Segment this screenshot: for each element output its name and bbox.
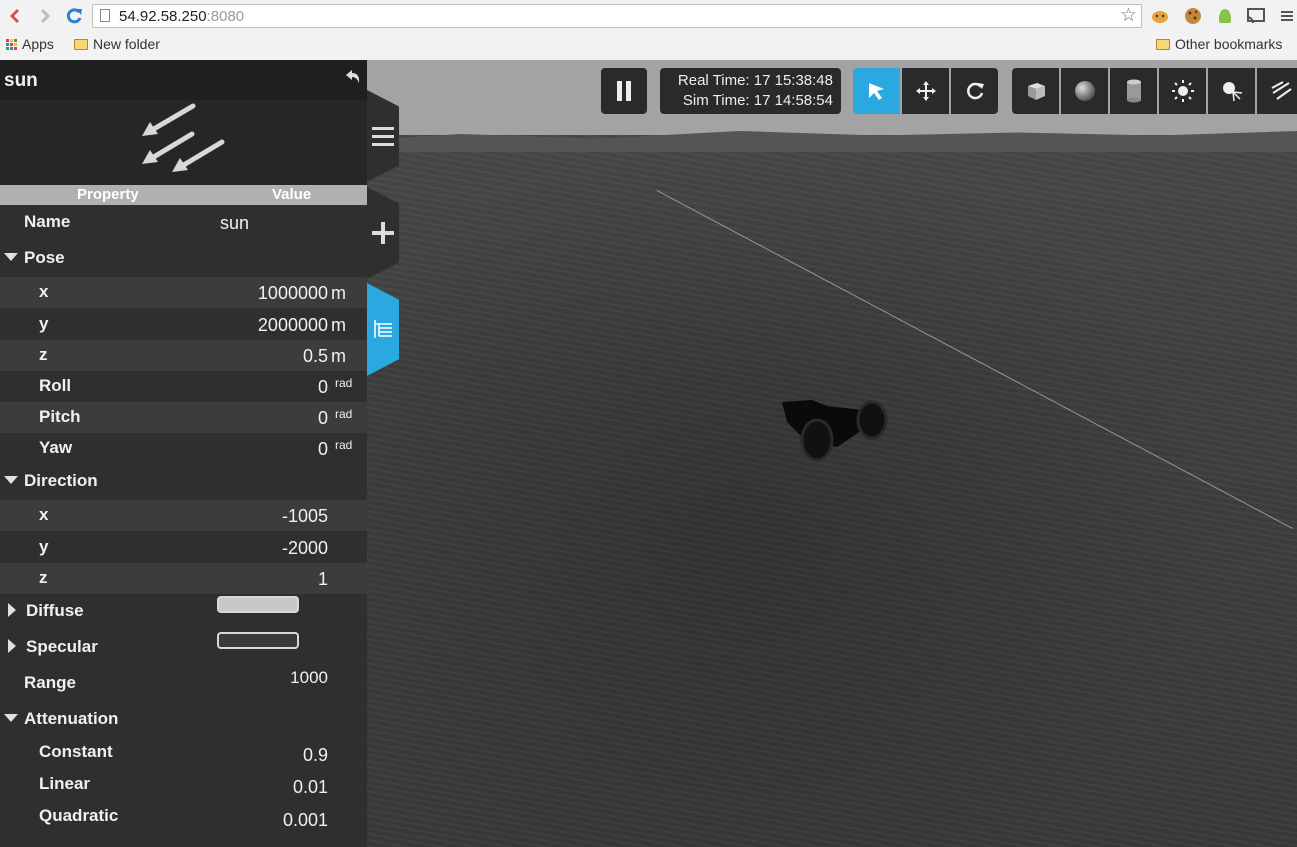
section-direction[interactable]: Direction bbox=[0, 466, 367, 497]
point-light-button[interactable] bbox=[1159, 68, 1206, 114]
address-bar[interactable]: 54.92.58.250:8080 ☆ bbox=[92, 4, 1142, 28]
directional-light-button[interactable] bbox=[1257, 68, 1297, 114]
col-property: Property bbox=[77, 186, 139, 203]
forward-arrow-icon[interactable] bbox=[34, 5, 56, 27]
grid-line bbox=[656, 190, 1293, 529]
cylinder-button[interactable] bbox=[1110, 68, 1157, 114]
row-pose-z: z 0.5 m bbox=[0, 340, 367, 371]
extension-cat-icon[interactable] bbox=[1150, 6, 1170, 26]
new-folder-bookmark[interactable]: New folder bbox=[74, 36, 160, 52]
cylinder-icon bbox=[1126, 79, 1141, 103]
range-input[interactable]: 1000 bbox=[290, 668, 328, 688]
point-light-icon bbox=[1171, 80, 1194, 102]
constant-input[interactable]: 0.9 bbox=[303, 745, 328, 766]
row-name: Name sun bbox=[24, 212, 250, 233]
row-pose-x: x 1000000 m bbox=[0, 277, 367, 308]
android-icon[interactable] bbox=[1215, 6, 1235, 26]
pose-x-input[interactable]: 1000000 bbox=[258, 283, 328, 304]
name-value: sun bbox=[220, 213, 250, 233]
diffuse-color-swatch[interactable] bbox=[217, 596, 299, 613]
page-icon bbox=[100, 9, 110, 22]
folder-icon bbox=[1156, 38, 1170, 50]
direction-z-input[interactable]: 1 bbox=[318, 569, 328, 590]
expand-triangle-icon bbox=[8, 603, 16, 617]
roll-input[interactable]: 0 bbox=[318, 377, 328, 398]
back-icon[interactable] bbox=[343, 68, 361, 91]
menu-icon[interactable] bbox=[1277, 6, 1297, 26]
rover-model[interactable] bbox=[777, 392, 892, 472]
row-pose-y: y 2000000 m bbox=[39, 314, 346, 336]
rotate-icon bbox=[966, 82, 984, 100]
collapse-triangle-icon bbox=[4, 714, 18, 722]
row-linear: Linear 0.01 bbox=[39, 774, 328, 798]
row-quadratic: Quadratic 0.001 bbox=[39, 806, 328, 831]
row-constant: Constant 0.9 bbox=[39, 742, 328, 766]
plus-icon bbox=[372, 222, 394, 244]
col-value: Value bbox=[272, 186, 312, 203]
tree-icon bbox=[374, 319, 392, 338]
panel-header: sun bbox=[0, 60, 367, 100]
apps-grid-icon bbox=[6, 38, 17, 50]
section-attenuation[interactable]: Attenuation bbox=[0, 704, 367, 735]
browser-chrome: 54.92.58.250:8080 ☆ Apps New folder Othe… bbox=[0, 0, 1297, 61]
collapse-triangle-icon bbox=[4, 476, 18, 484]
bookmarks-bar: Apps New folder Other bookmarks bbox=[0, 33, 1297, 57]
row-roll: Roll 0 rad bbox=[39, 376, 353, 398]
pitch-input[interactable]: 0 bbox=[318, 408, 328, 429]
row-pitch: Pitch 0 rad bbox=[0, 402, 367, 433]
cast-icon[interactable] bbox=[1246, 6, 1266, 26]
apps-bookmark[interactable]: Apps bbox=[6, 36, 54, 52]
row-direction-y: y -2000 bbox=[39, 537, 328, 559]
quadratic-input[interactable]: 0.001 bbox=[283, 810, 328, 831]
sun-directional-light-icon bbox=[0, 100, 367, 185]
spot-light-button[interactable] bbox=[1208, 68, 1255, 114]
time-display: Real Time: 17 15:38:48 Sim Time: 17 14:5… bbox=[660, 68, 841, 114]
property-table-header: Property Value bbox=[0, 185, 367, 205]
bookmark-star-icon[interactable]: ☆ bbox=[1120, 5, 1137, 27]
translate-icon bbox=[915, 81, 936, 101]
translate-mode-button[interactable] bbox=[902, 68, 949, 114]
section-pose[interactable]: Pose bbox=[0, 243, 367, 274]
section-specular[interactable]: Specular bbox=[0, 632, 367, 663]
row-direction-z: z 1 bbox=[0, 563, 367, 594]
cookie-icon[interactable] bbox=[1183, 6, 1203, 26]
direction-x-input[interactable]: -1005 bbox=[282, 506, 328, 527]
yaw-input[interactable]: 0 bbox=[318, 439, 328, 460]
row-yaw: Yaw 0 rad bbox=[39, 438, 353, 460]
pause-button[interactable] bbox=[601, 68, 647, 114]
rotate-mode-button[interactable] bbox=[951, 68, 998, 114]
row-direction-x: x -1005 bbox=[0, 500, 367, 531]
panel-title: sun bbox=[4, 70, 38, 91]
pose-y-input[interactable]: 2000000 bbox=[258, 315, 328, 336]
folder-icon bbox=[74, 38, 88, 50]
reload-icon[interactable] bbox=[63, 5, 85, 27]
pose-z-input[interactable]: 0.5 bbox=[303, 346, 328, 367]
back-arrow-icon[interactable] bbox=[4, 5, 26, 27]
linear-input[interactable]: 0.01 bbox=[293, 777, 328, 798]
real-time: Real Time: 17 15:38:48 bbox=[677, 72, 833, 89]
section-diffuse[interactable]: Diffuse bbox=[0, 596, 367, 627]
box-icon bbox=[1027, 83, 1045, 100]
url-text: 54.92.58.250:8080 bbox=[119, 8, 245, 25]
other-bookmarks[interactable]: Other bookmarks bbox=[1156, 36, 1282, 52]
direction-y-input[interactable]: -2000 bbox=[282, 538, 328, 559]
scene-viewport[interactable]: Real Time: 17 15:38:48 Sim Time: 17 14:5… bbox=[367, 60, 1297, 847]
sphere-icon bbox=[1074, 81, 1095, 101]
select-icon bbox=[868, 83, 884, 100]
row-range: Range 1000 bbox=[24, 668, 328, 692]
insert-toolbar bbox=[1012, 68, 1297, 114]
expand-triangle-icon bbox=[8, 639, 16, 653]
sim-time: Sim Time: 17 14:58:54 bbox=[682, 92, 833, 109]
sphere-button[interactable] bbox=[1061, 68, 1108, 114]
property-panel: sun Property Value Name sun Pose x 10000… bbox=[0, 60, 367, 847]
mode-toolbar bbox=[853, 68, 998, 114]
collapse-triangle-icon bbox=[4, 253, 18, 261]
specular-color-swatch[interactable] bbox=[217, 632, 299, 649]
spot-light-icon bbox=[1222, 82, 1242, 102]
directional-light-icon bbox=[1271, 81, 1292, 100]
hamburger-icon bbox=[372, 127, 394, 146]
select-mode-button[interactable] bbox=[853, 68, 900, 114]
box-button[interactable] bbox=[1012, 68, 1059, 114]
